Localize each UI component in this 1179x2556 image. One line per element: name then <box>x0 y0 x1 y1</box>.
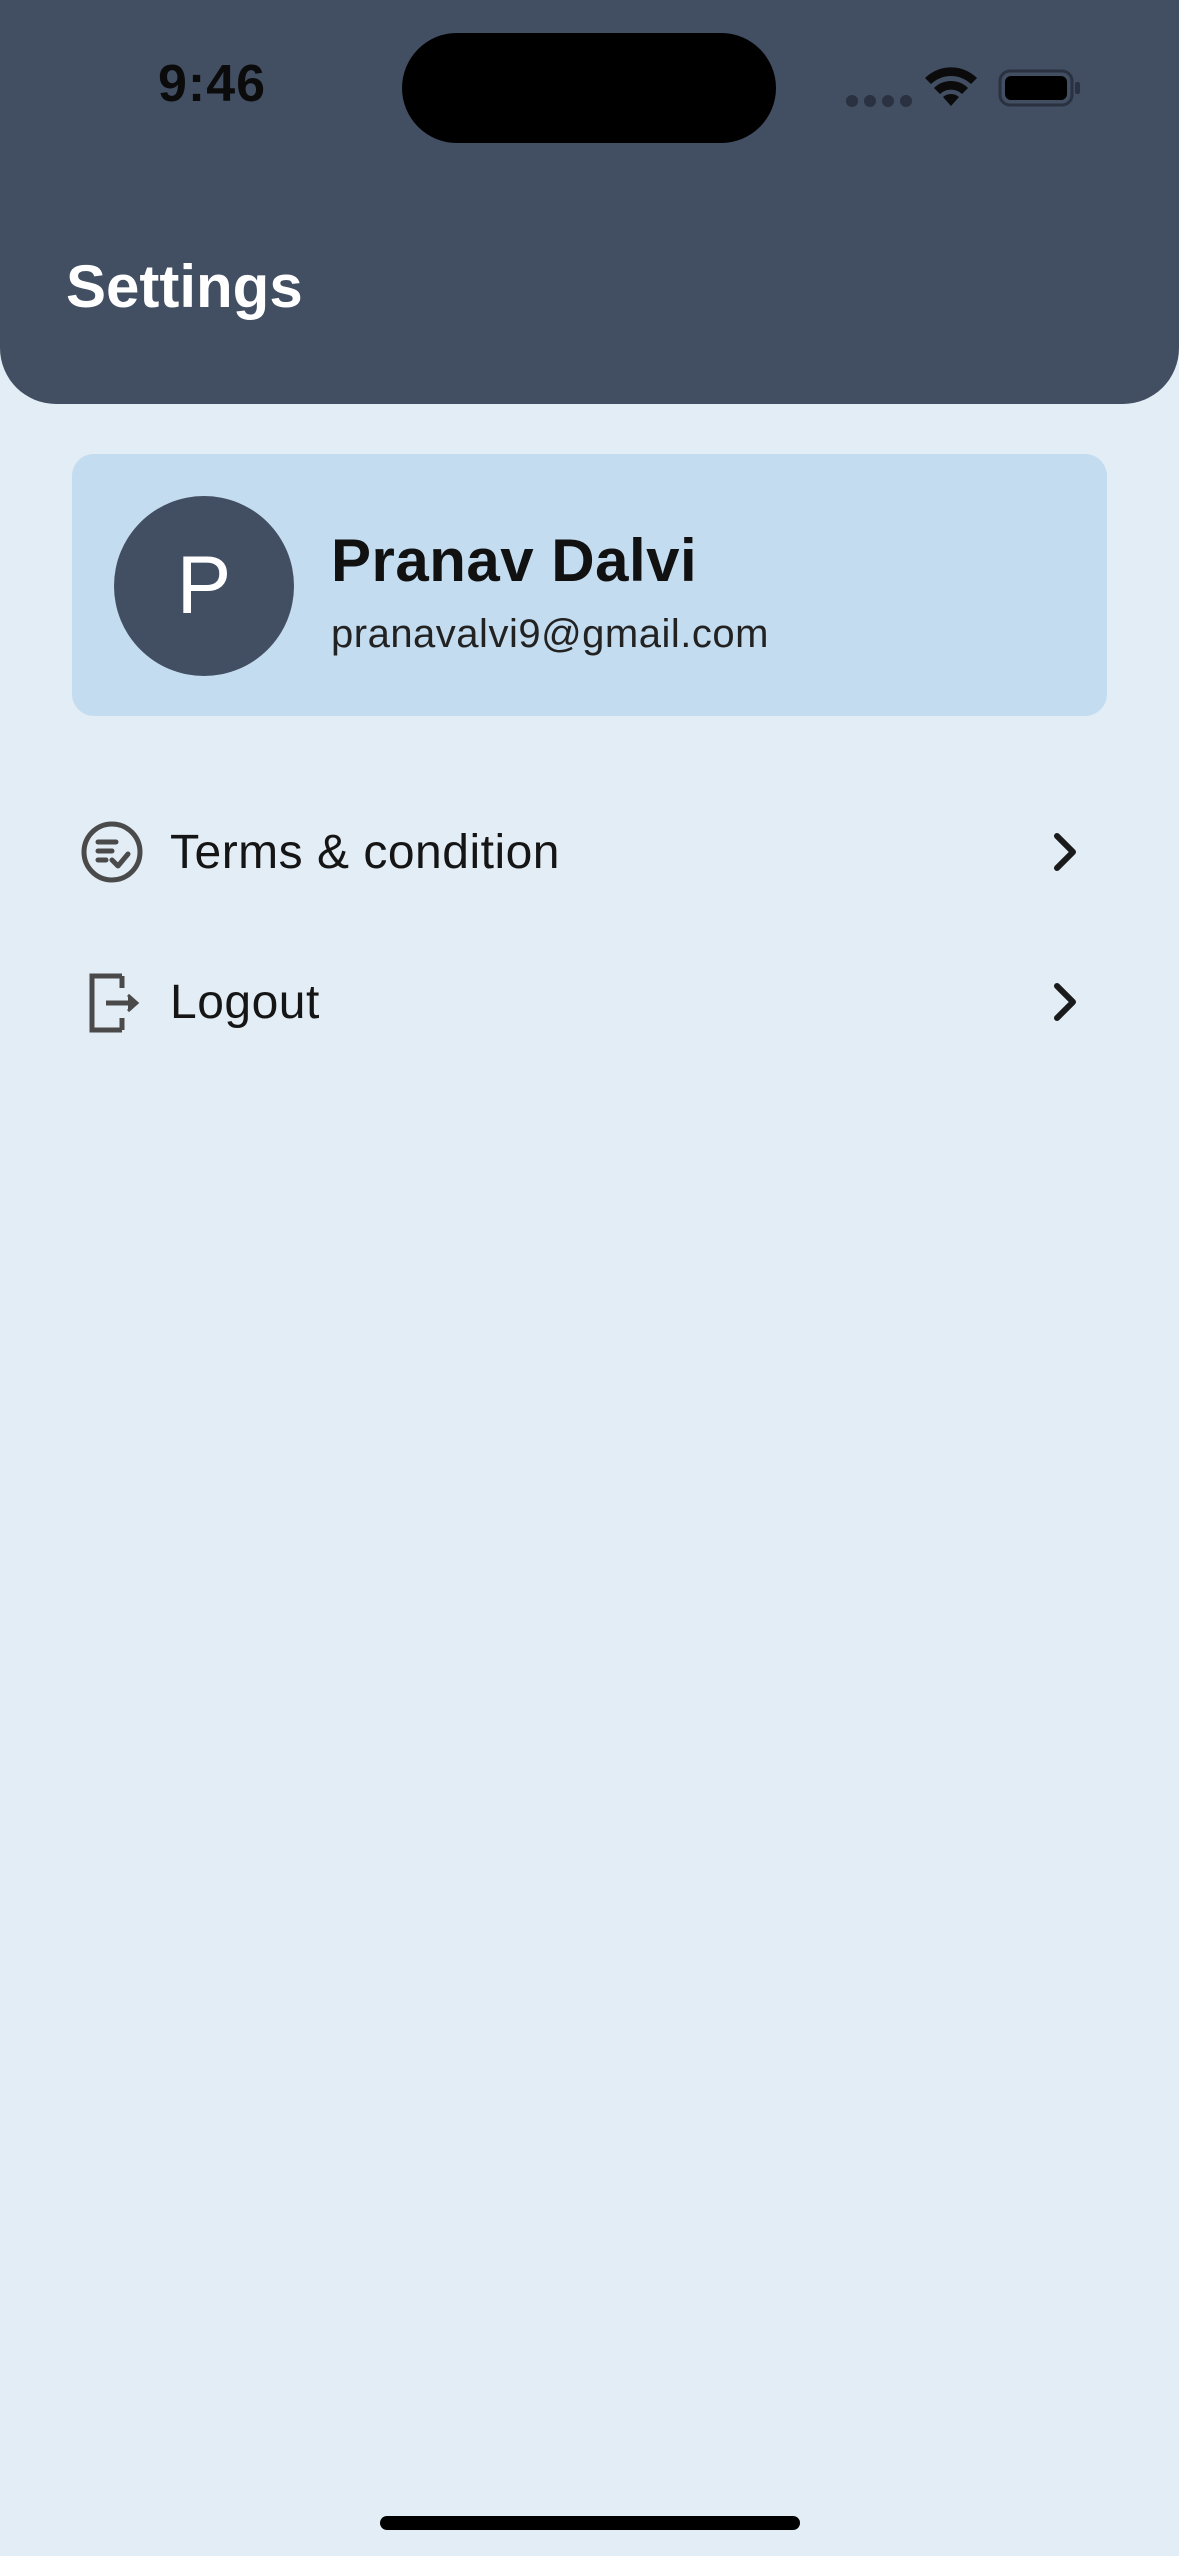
wifi-icon <box>925 67 977 106</box>
status-time: 9:46 <box>158 55 267 113</box>
avatar: P <box>114 496 294 676</box>
profile-card[interactable]: P Pranav Dalvi pranavalvi9@gmail.com <box>72 454 1107 716</box>
dynamic-island <box>402 33 776 143</box>
cellular-signal-icon <box>846 95 912 107</box>
chevron-right-icon <box>1045 978 1085 1026</box>
chevron-right-icon <box>1045 828 1085 876</box>
menu-item-terms[interactable]: Terms & condition <box>72 792 1107 912</box>
profile-name: Pranav Dalvi <box>331 527 698 594</box>
logout-icon <box>76 966 148 1038</box>
home-indicator[interactable] <box>380 2516 800 2530</box>
menu-item-logout[interactable]: Logout <box>72 942 1107 1062</box>
page-title: Settings <box>66 253 303 320</box>
profile-email: pranavalvi9@gmail.com <box>331 612 769 656</box>
battery-icon <box>998 69 1080 107</box>
menu-item-label: Terms & condition <box>170 825 560 879</box>
terms-checklist-icon <box>76 816 148 888</box>
menu-item-label: Logout <box>170 975 320 1029</box>
